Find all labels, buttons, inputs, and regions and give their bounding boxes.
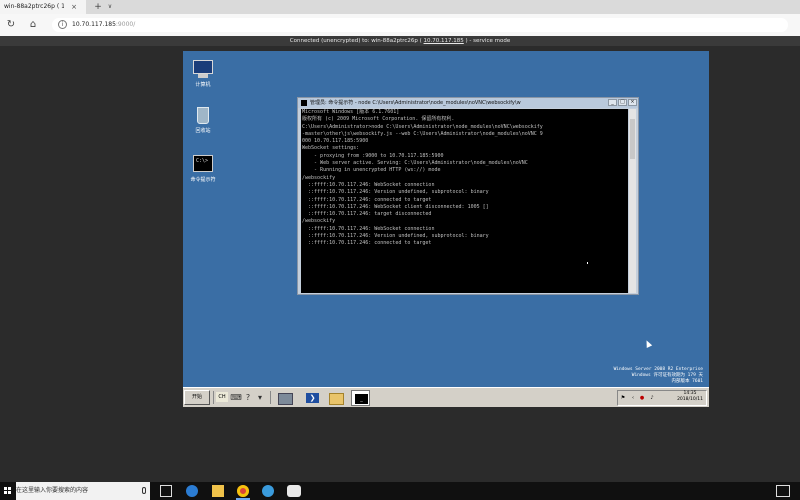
host-search-box[interactable]: 在这里输入你要搜索的内容 (16, 482, 150, 500)
cmd-title-bar[interactable]: 管理员: 命令提示符 - node C:\Users\Administrator… (298, 98, 638, 108)
pinned-app-icon[interactable] (262, 485, 274, 497)
desktop-icon-label: 计算机 (195, 82, 211, 88)
desktop-icon-label: 回收站 (195, 128, 211, 134)
refresh-icon[interactable]: ↻ (4, 18, 18, 32)
cmd-window-title: 管理员: 命令提示符 - node C:\Users\Administrator… (310, 100, 521, 106)
desktop-icon-command-prompt[interactable]: C:\> 命令提示符 (183, 154, 223, 183)
minimize-button[interactable]: _ (608, 99, 617, 106)
browser-tab-title: win-88a2ptrc26p ( 10.70 (4, 3, 64, 10)
cmd-output-line: ::ffff:10.70.117.246: WebSocket client d… (302, 203, 489, 210)
cmd-output-line: - Running in unencrypted HTTP (ws://) mo… (302, 167, 441, 174)
powershell-taskbar-icon[interactable]: ❯ (303, 390, 322, 406)
language-indicator[interactable]: CH (216, 392, 228, 402)
notifications-icon[interactable] (776, 485, 790, 497)
clock[interactable]: 14:35 2018/10/11 (677, 391, 703, 403)
command-prompt-icon: C:\> (192, 154, 214, 174)
tray-chevron-icon[interactable]: ‹ (630, 395, 636, 401)
cmd-console-output[interactable]: Microsoft Windows [版本 6.1.7601] 版权所有 (c) … (301, 109, 628, 293)
tray-network-icon[interactable]: ● (639, 395, 645, 401)
desktop-icon-label: 命令提示符 (190, 177, 216, 183)
tray-flag-icon[interactable]: ⚑ (620, 395, 626, 401)
windows-build-watermark: 内部版本 7601 (671, 379, 703, 384)
tray-volume-icon[interactable]: ♪ (649, 395, 655, 401)
windows-start-icon[interactable] (0, 482, 16, 500)
command-prompt-glyph: C:\> (196, 158, 209, 164)
microphone-icon[interactable] (142, 487, 146, 494)
cmd-output-line: 000 10.70.117.185:5900 (302, 138, 369, 145)
cmd-output-line: - proxying from :9000 to 10.70.117.185:5… (302, 152, 444, 159)
host-search-placeholder: 在这里输入你要搜索的内容 (16, 487, 89, 494)
task-view-icon[interactable] (160, 485, 172, 497)
vnc-status-suffix: ) - service mode (465, 38, 511, 44)
vnc-status-prefix: Connected (unencrypted) to: win-88a2ptrc… (289, 38, 422, 44)
cmd-output-line: ::ffff:10.70.117.246: WebSocket connecti… (302, 225, 435, 232)
maximize-button[interactable]: □ (618, 99, 627, 106)
cmd-output-line: WebSocket settings: (302, 145, 360, 152)
command-prompt-taskbar-icon[interactable]: _ (351, 390, 370, 406)
text-caret (587, 262, 588, 264)
system-tray: ⚑ ‹ ● ♪ 14:35 2018/10/11 (617, 390, 707, 406)
pinned-app-icon-2[interactable] (287, 485, 301, 497)
cmd-output-line: ::ffff:10.70.117.246: Version undefined,… (302, 233, 489, 240)
cmd-output-line: ::ffff:10.70.117.246: target disconnecte… (302, 211, 432, 218)
explorer-taskbar-icon[interactable] (326, 390, 345, 406)
browser-tab[interactable]: win-88a2ptrc26p ( 10.70 × (0, 0, 86, 14)
site-info-icon[interactable]: i (58, 20, 67, 29)
server-manager-taskbar-icon[interactable] (275, 390, 294, 406)
chrome-browser-icon[interactable] (237, 485, 249, 497)
remote-desktop[interactable]: 计算机 回收站 C:\> 命令提示符 管理员: 命令提示符 - node C:\… (183, 51, 709, 407)
cmd-output-line: /websockify (302, 174, 336, 181)
tab-close-icon[interactable]: × (68, 0, 80, 14)
taskbar-separator (213, 391, 214, 404)
cmd-output-line: /websockify (302, 218, 336, 225)
home-icon[interactable]: ⌂ (26, 18, 40, 32)
browser-nav-bar: ↻ ⌂ i 10.70.117.185:9000/ (0, 14, 800, 37)
cmd-window[interactable]: 管理员: 命令提示符 - node C:\Users\Administrator… (297, 97, 639, 295)
vnc-status-ip: 10.70.117.185 (423, 38, 464, 44)
vnc-status-bar: Connected (unencrypted) to: win-88a2ptrc… (0, 36, 800, 46)
cmd-output-line: 版权所有 (c) 2009 Microsoft Corporation. 保留所… (302, 116, 455, 123)
cmd-output-line: ::ffff:10.70.117.246: connected to targe… (302, 196, 432, 203)
cmd-output-line: ::ffff:10.70.117.246: Version undefined,… (302, 189, 489, 196)
desktop-icon-recycle-bin[interactable]: 回收站 (183, 105, 223, 134)
cmd-output-line: - Web server active. Serving: C:\Users\A… (302, 160, 528, 167)
keyboard-icon[interactable]: ⌨ (230, 391, 242, 404)
cmd-window-icon (301, 100, 307, 106)
cmd-output-line: -master\other\js\websockify.js --web C:\… (302, 130, 543, 137)
new-tab-icon[interactable]: + (92, 0, 104, 14)
cmd-scrollbar-thumb[interactable] (630, 119, 635, 159)
start-button[interactable]: 开始 (184, 390, 210, 405)
cmd-output-line: ::ffff:10.70.117.246: connected to targe… (302, 240, 432, 247)
close-button[interactable]: × (628, 99, 637, 106)
host-taskbar: 在这里输入你要搜索的内容 (0, 482, 800, 500)
help-icon[interactable]: ? (242, 391, 254, 404)
address-bar[interactable]: i 10.70.117.185:9000/ (52, 18, 788, 32)
edge-browser-icon[interactable] (186, 485, 198, 497)
address-port: :9000/ (115, 21, 136, 28)
desktop-icon-computer[interactable]: 计算机 (183, 59, 223, 88)
options-icon[interactable]: ▾ (254, 391, 266, 404)
browser-tab-strip: win-88a2ptrc26p ( 10.70 × + ∨ (0, 0, 800, 14)
remote-taskbar: 开始 CH ⌨ ? ▾ ❯ _ ⚑ ‹ ● ♪ 14:35 2018/10/11 (183, 387, 709, 407)
cmd-output-line: ::ffff:10.70.117.246: WebSocket connecti… (302, 181, 435, 188)
cmd-scrollbar[interactable] (629, 109, 636, 293)
cmd-output-line: C:\Users\Administrator>node C:\Users\Adm… (302, 123, 543, 130)
tab-menu-chevron-icon[interactable]: ∨ (106, 0, 114, 14)
clock-date: 2018/10/11 (677, 397, 703, 402)
computer-icon (192, 59, 214, 79)
address-host: 10.70.117.185 (72, 21, 116, 28)
file-explorer-icon[interactable] (212, 485, 224, 497)
recycle-bin-icon (192, 105, 214, 125)
taskbar-separator (270, 391, 271, 404)
address-url[interactable]: 10.70.117.185:9000/ (72, 18, 135, 32)
